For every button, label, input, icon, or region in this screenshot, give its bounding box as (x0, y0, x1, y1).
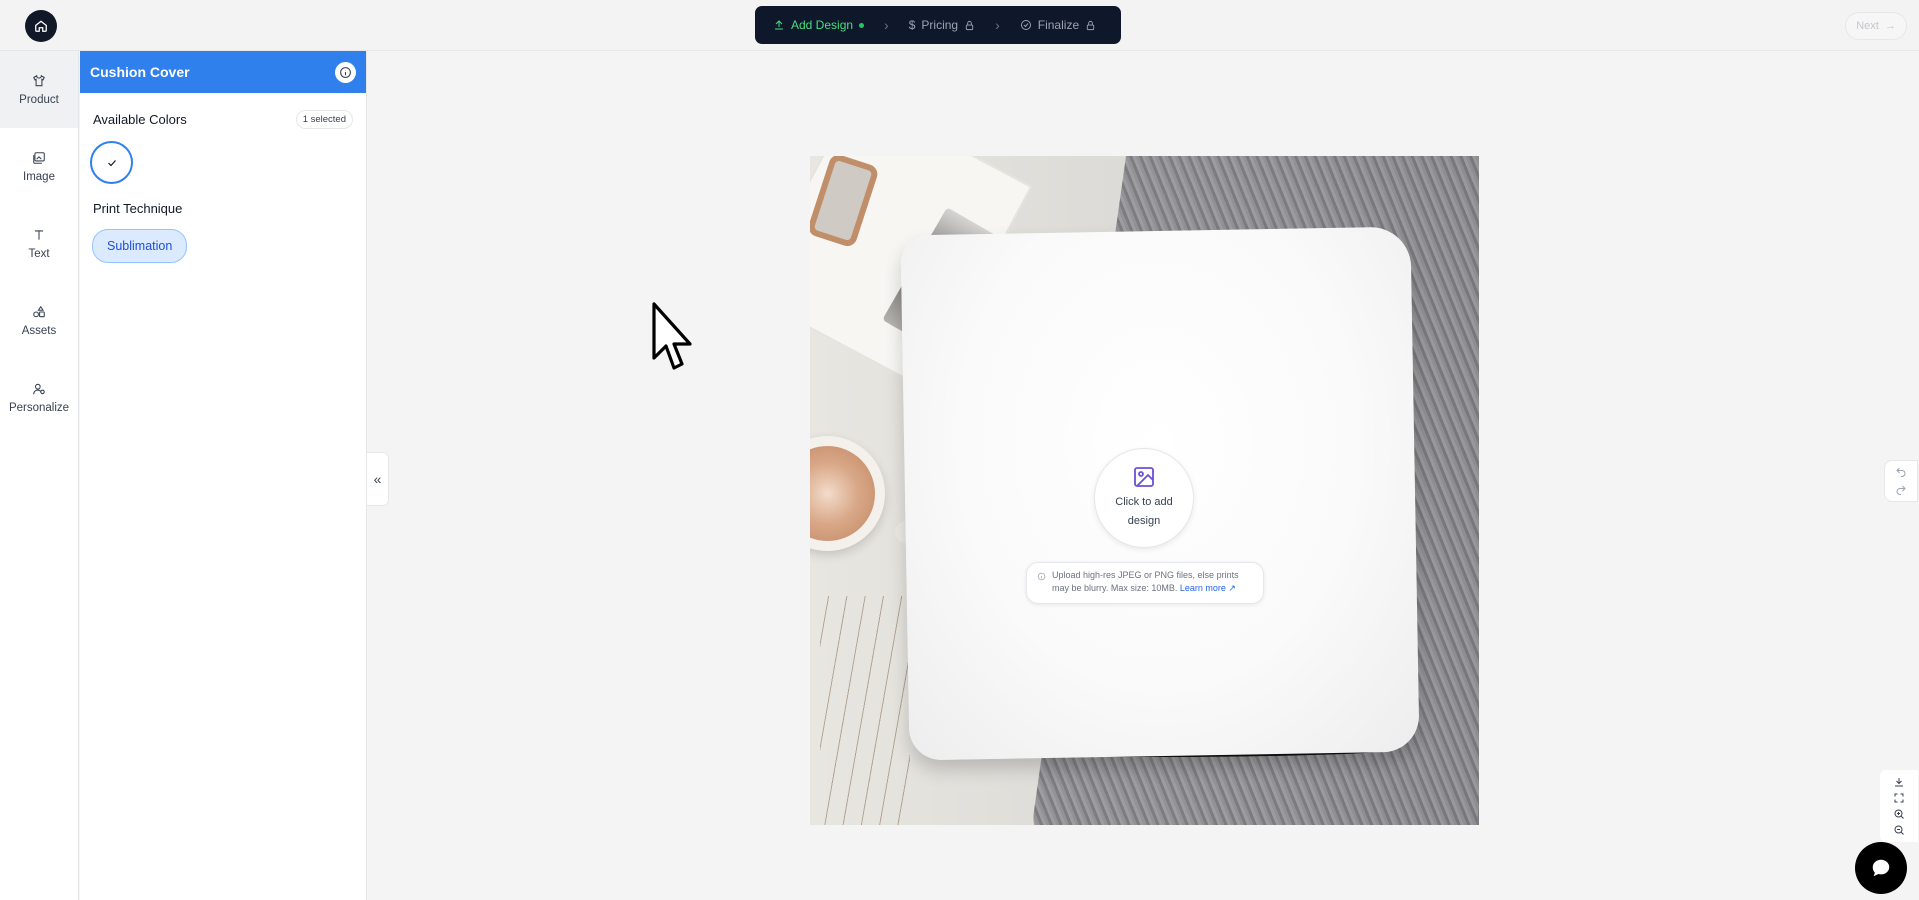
undo-icon[interactable] (1895, 466, 1907, 478)
technique-label: Print Technique (93, 201, 183, 216)
technique-chip-sublimation[interactable]: Sublimation (92, 229, 188, 263)
collapse-panel-button[interactable]: « (367, 452, 389, 506)
chat-bubble-icon (1872, 859, 1890, 877)
chevrons-left-icon: « (373, 471, 382, 487)
upload-hint: Upload high-res JPEG or PNG files, else … (1026, 562, 1264, 604)
chat-button[interactable] (1855, 842, 1907, 894)
lock-icon (965, 20, 974, 30)
step-add-design[interactable]: Add Design (773, 18, 865, 32)
user-icon (33, 383, 45, 394)
selected-count-badge: 1 selected (295, 110, 353, 129)
panel-title: Cushion Cover (90, 64, 190, 80)
dollar-icon: $ (908, 18, 916, 32)
nav-label: Image (23, 170, 55, 183)
nav-label: Assets (21, 324, 57, 337)
progress-stepper: Add Design › $ Pricing › Finalize (755, 6, 1121, 44)
image-icon (33, 151, 45, 164)
history-controls (1884, 460, 1918, 502)
color-swatch-white[interactable] (90, 141, 133, 184)
arrow-right-icon: → (1884, 20, 1896, 32)
step-label: Pricing (921, 18, 959, 32)
image-icon (1134, 467, 1154, 487)
zoom-out-icon[interactable] (1893, 824, 1905, 836)
upload-icon (775, 20, 783, 30)
colors-label: Available Colors (93, 112, 187, 127)
step-label: Add Design (791, 18, 854, 32)
view-tools (1880, 770, 1918, 842)
hint-body: Upload high-res JPEG or PNG files, else … (1052, 569, 1255, 595)
product-panel: Cushion Cover Available Colors 1 selecte… (80, 51, 367, 900)
dried-flowers (820, 596, 910, 825)
step-label: Finalize (1037, 18, 1080, 32)
nav-label: Text (28, 247, 50, 260)
home-icon (35, 20, 47, 32)
active-dot (859, 22, 865, 28)
next-button[interactable]: Next → (1845, 12, 1907, 40)
chevron-right-icon: › (995, 17, 1000, 33)
latte (810, 446, 875, 541)
learn-more-link[interactable]: Learn more ↗ (1180, 583, 1236, 593)
add-design-label: Click to add design (1115, 496, 1173, 527)
product-canvas[interactable]: Click to add design Upload high-res JPEG… (810, 156, 1479, 825)
text-icon (34, 229, 44, 240)
nav-item-personalize[interactable]: Personalize (0, 359, 78, 436)
shirt-icon (33, 74, 45, 86)
nav-item-text[interactable]: Text (0, 205, 78, 282)
panel-header: Cushion Cover (80, 51, 366, 93)
left-nav: Product Image Text Assets Personalize (0, 51, 79, 900)
check-circle-icon (1020, 20, 1031, 30)
nav-item-image[interactable]: Image (0, 128, 78, 205)
colors-section-header: Available Colors 1 selected (80, 110, 366, 129)
download-icon[interactable] (1893, 776, 1905, 788)
shapes-icon (33, 305, 45, 317)
mouse-cursor-icon (652, 302, 692, 370)
nav-item-product[interactable]: Product (0, 51, 78, 128)
nav-label: Product (19, 93, 59, 106)
redo-icon[interactable] (1895, 484, 1907, 496)
next-label: Next (1856, 20, 1879, 32)
home-button[interactable] (25, 10, 57, 42)
add-design-button[interactable]: Click to add design (1094, 448, 1194, 548)
info-icon (1037, 572, 1046, 581)
nav-label: Personalize (8, 401, 70, 414)
step-pricing[interactable]: $ Pricing (909, 18, 975, 32)
zoom-in-icon[interactable] (1893, 808, 1905, 820)
chevron-right-icon: › (884, 17, 889, 33)
nav-item-assets[interactable]: Assets (0, 282, 78, 359)
info-icon (340, 66, 351, 78)
lock-icon (1086, 20, 1095, 30)
info-button[interactable] (335, 61, 356, 83)
fit-screen-icon[interactable] (1893, 792, 1905, 804)
step-finalize[interactable]: Finalize (1020, 18, 1096, 32)
top-bar: Add Design › $ Pricing › Finalize Next → (0, 0, 1919, 51)
check-icon (107, 159, 116, 166)
